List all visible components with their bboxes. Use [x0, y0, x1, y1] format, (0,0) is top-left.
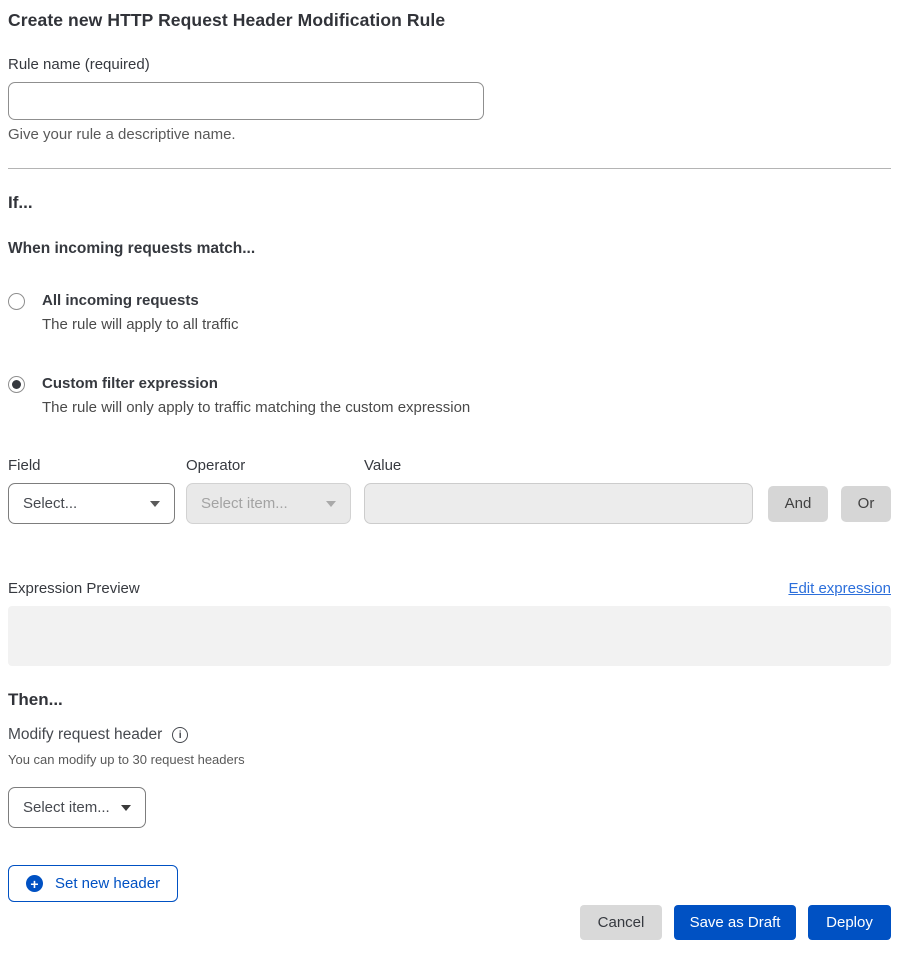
expression-preview-label: Expression Preview — [8, 580, 140, 597]
info-icon[interactable]: i — [172, 727, 188, 743]
operator-select-value: Select item... — [201, 495, 288, 512]
expression-builder-labels: Field Operator Value — [8, 458, 891, 473]
rule-name-input[interactable] — [8, 82, 484, 120]
radio-option-all-incoming[interactable]: All incoming requests The rule will appl… — [8, 292, 891, 334]
radio-custom-filter-description: The rule will only apply to traffic matc… — [42, 399, 470, 417]
radio-custom-filter-label: Custom filter expression — [42, 375, 470, 393]
radio-option-texts: Custom filter expression The rule will o… — [42, 375, 470, 417]
radio-all-incoming-label: All incoming requests — [42, 292, 238, 310]
create-rule-page: Create new HTTP Request Header Modificat… — [0, 9, 899, 940]
chevron-down-icon — [150, 501, 160, 507]
header-item-select-value: Select item... — [23, 799, 110, 816]
rule-name-label: Rule name (required) — [8, 57, 891, 73]
footer-actions: Cancel Save as Draft Deploy — [8, 905, 891, 940]
then-section-heading: Then... — [8, 689, 891, 711]
chevron-down-icon — [326, 501, 336, 507]
expression-builder-row: Select... Select item... And Or — [8, 483, 891, 524]
if-section-heading: If... — [8, 192, 891, 214]
modify-header-action-row: Modify request header i — [8, 726, 891, 744]
expression-preview-header: Expression Preview Edit expression — [8, 580, 891, 597]
incoming-requests-subheading: When incoming requests match... — [8, 239, 891, 258]
cancel-button[interactable]: Cancel — [580, 905, 662, 940]
header-item-select[interactable]: Select item... — [8, 787, 146, 828]
save-as-draft-button[interactable]: Save as Draft — [674, 905, 796, 940]
radio-option-custom-filter[interactable]: Custom filter expression The rule will o… — [8, 375, 891, 417]
radio-all-incoming-icon[interactable] — [8, 293, 25, 310]
set-new-header-button[interactable]: + Set new header — [8, 865, 178, 902]
or-button[interactable]: Or — [841, 486, 891, 522]
set-new-header-label: Set new header — [55, 875, 160, 892]
operator-label: Operator — [186, 458, 364, 473]
modify-request-header-label: Modify request header — [8, 726, 162, 744]
rule-name-help: Give your rule a descriptive name. — [8, 127, 891, 143]
and-button[interactable]: And — [768, 486, 828, 522]
operator-select: Select item... — [186, 483, 351, 524]
value-input — [364, 483, 753, 524]
modify-header-help: You can modify up to 30 request headers — [8, 753, 891, 767]
expression-preview-box — [8, 606, 891, 666]
field-select-value: Select... — [23, 495, 77, 512]
field-select[interactable]: Select... — [8, 483, 175, 524]
page-title: Create new HTTP Request Header Modificat… — [8, 9, 891, 32]
edit-expression-link[interactable]: Edit expression — [788, 580, 891, 597]
chevron-down-icon — [121, 805, 131, 811]
radio-custom-filter-icon[interactable] — [8, 376, 25, 393]
value-label: Value — [364, 458, 401, 473]
radio-option-texts: All incoming requests The rule will appl… — [42, 292, 238, 334]
field-label: Field — [8, 458, 186, 473]
radio-all-incoming-description: The rule will apply to all traffic — [42, 316, 238, 334]
section-divider — [8, 168, 891, 169]
plus-circle-icon: + — [26, 875, 43, 892]
deploy-button[interactable]: Deploy — [808, 905, 891, 940]
